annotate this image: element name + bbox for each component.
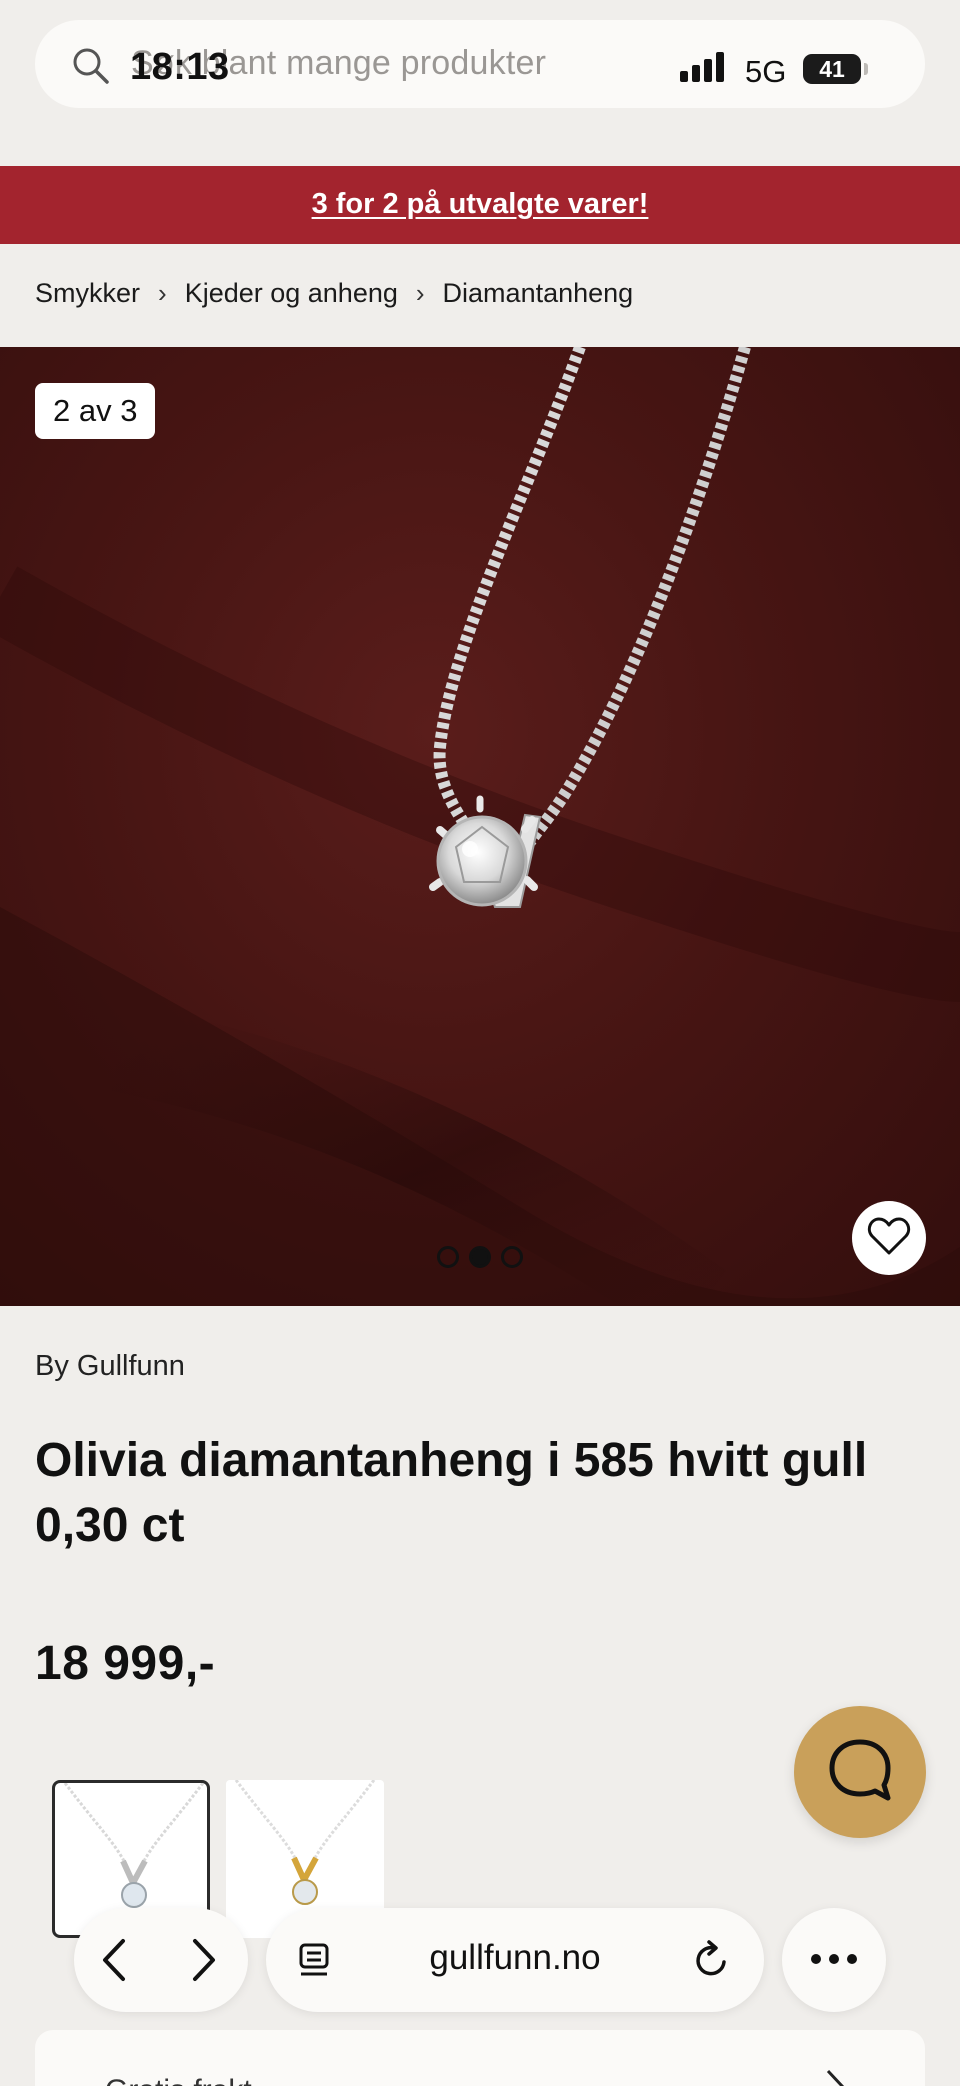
reload-icon[interactable] [692, 1938, 732, 1987]
battery-tip [864, 63, 868, 75]
product-photo [0, 347, 960, 1306]
breadcrumb-item-diamantanheng[interactable]: Diamantanheng [443, 278, 634, 309]
browser-nav-group [74, 1908, 248, 2012]
more-icon [811, 1951, 857, 1969]
chevron-right-icon: › [158, 278, 167, 308]
breadcrumb-item-smykker[interactable]: Smykker [35, 278, 140, 309]
status-time: 18:13 [130, 46, 230, 88]
product-title: Olivia diamantanheng i 585 hvitt gull 0,… [35, 1434, 868, 1552]
gallery-dot[interactable] [501, 1246, 523, 1268]
gallery-dot-active[interactable] [469, 1246, 491, 1268]
battery-indicator: 41 [803, 54, 861, 84]
gallery-dot[interactable] [437, 1246, 459, 1268]
url-text[interactable]: gullfunn.no [266, 1938, 764, 1978]
more-button[interactable] [782, 1908, 886, 2012]
image-counter: 2 av 3 [35, 383, 156, 439]
forward-icon[interactable] [178, 1934, 230, 1986]
chat-button[interactable] [794, 1706, 926, 1838]
gallery-pagination [437, 1246, 523, 1268]
network-label: 5G [745, 54, 787, 89]
back-icon[interactable] [88, 1934, 140, 1986]
info-card-text: Gratis frakt [105, 2074, 252, 2086]
heart-icon [867, 1216, 911, 1261]
promo-link[interactable]: 3 for 2 på utvalgte varer! [312, 188, 649, 221]
promo-banner: 3 for 2 på utvalgte varer! [0, 166, 960, 244]
breadcrumb: Smykker › Kjeder og anheng › Diamantanhe… [35, 278, 633, 309]
product-image-gallery[interactable]: 2 av 3 [0, 347, 960, 1306]
search-icon [71, 46, 111, 86]
favorite-button[interactable] [852, 1201, 926, 1275]
chevron-right-icon [825, 2068, 845, 2086]
info-card[interactable]: Gratis frakt [35, 2030, 925, 2086]
product-price: 18 999,- [35, 1637, 216, 1690]
breadcrumb-item-kjeder[interactable]: Kjeder og anheng [185, 278, 398, 309]
signal-icon [680, 52, 730, 87]
product-brand[interactable]: By Gullfunn [35, 1350, 185, 1383]
chevron-right-icon: › [415, 278, 425, 308]
chat-icon [826, 1736, 894, 1809]
address-bar[interactable]: gullfunn.no [266, 1908, 764, 2012]
